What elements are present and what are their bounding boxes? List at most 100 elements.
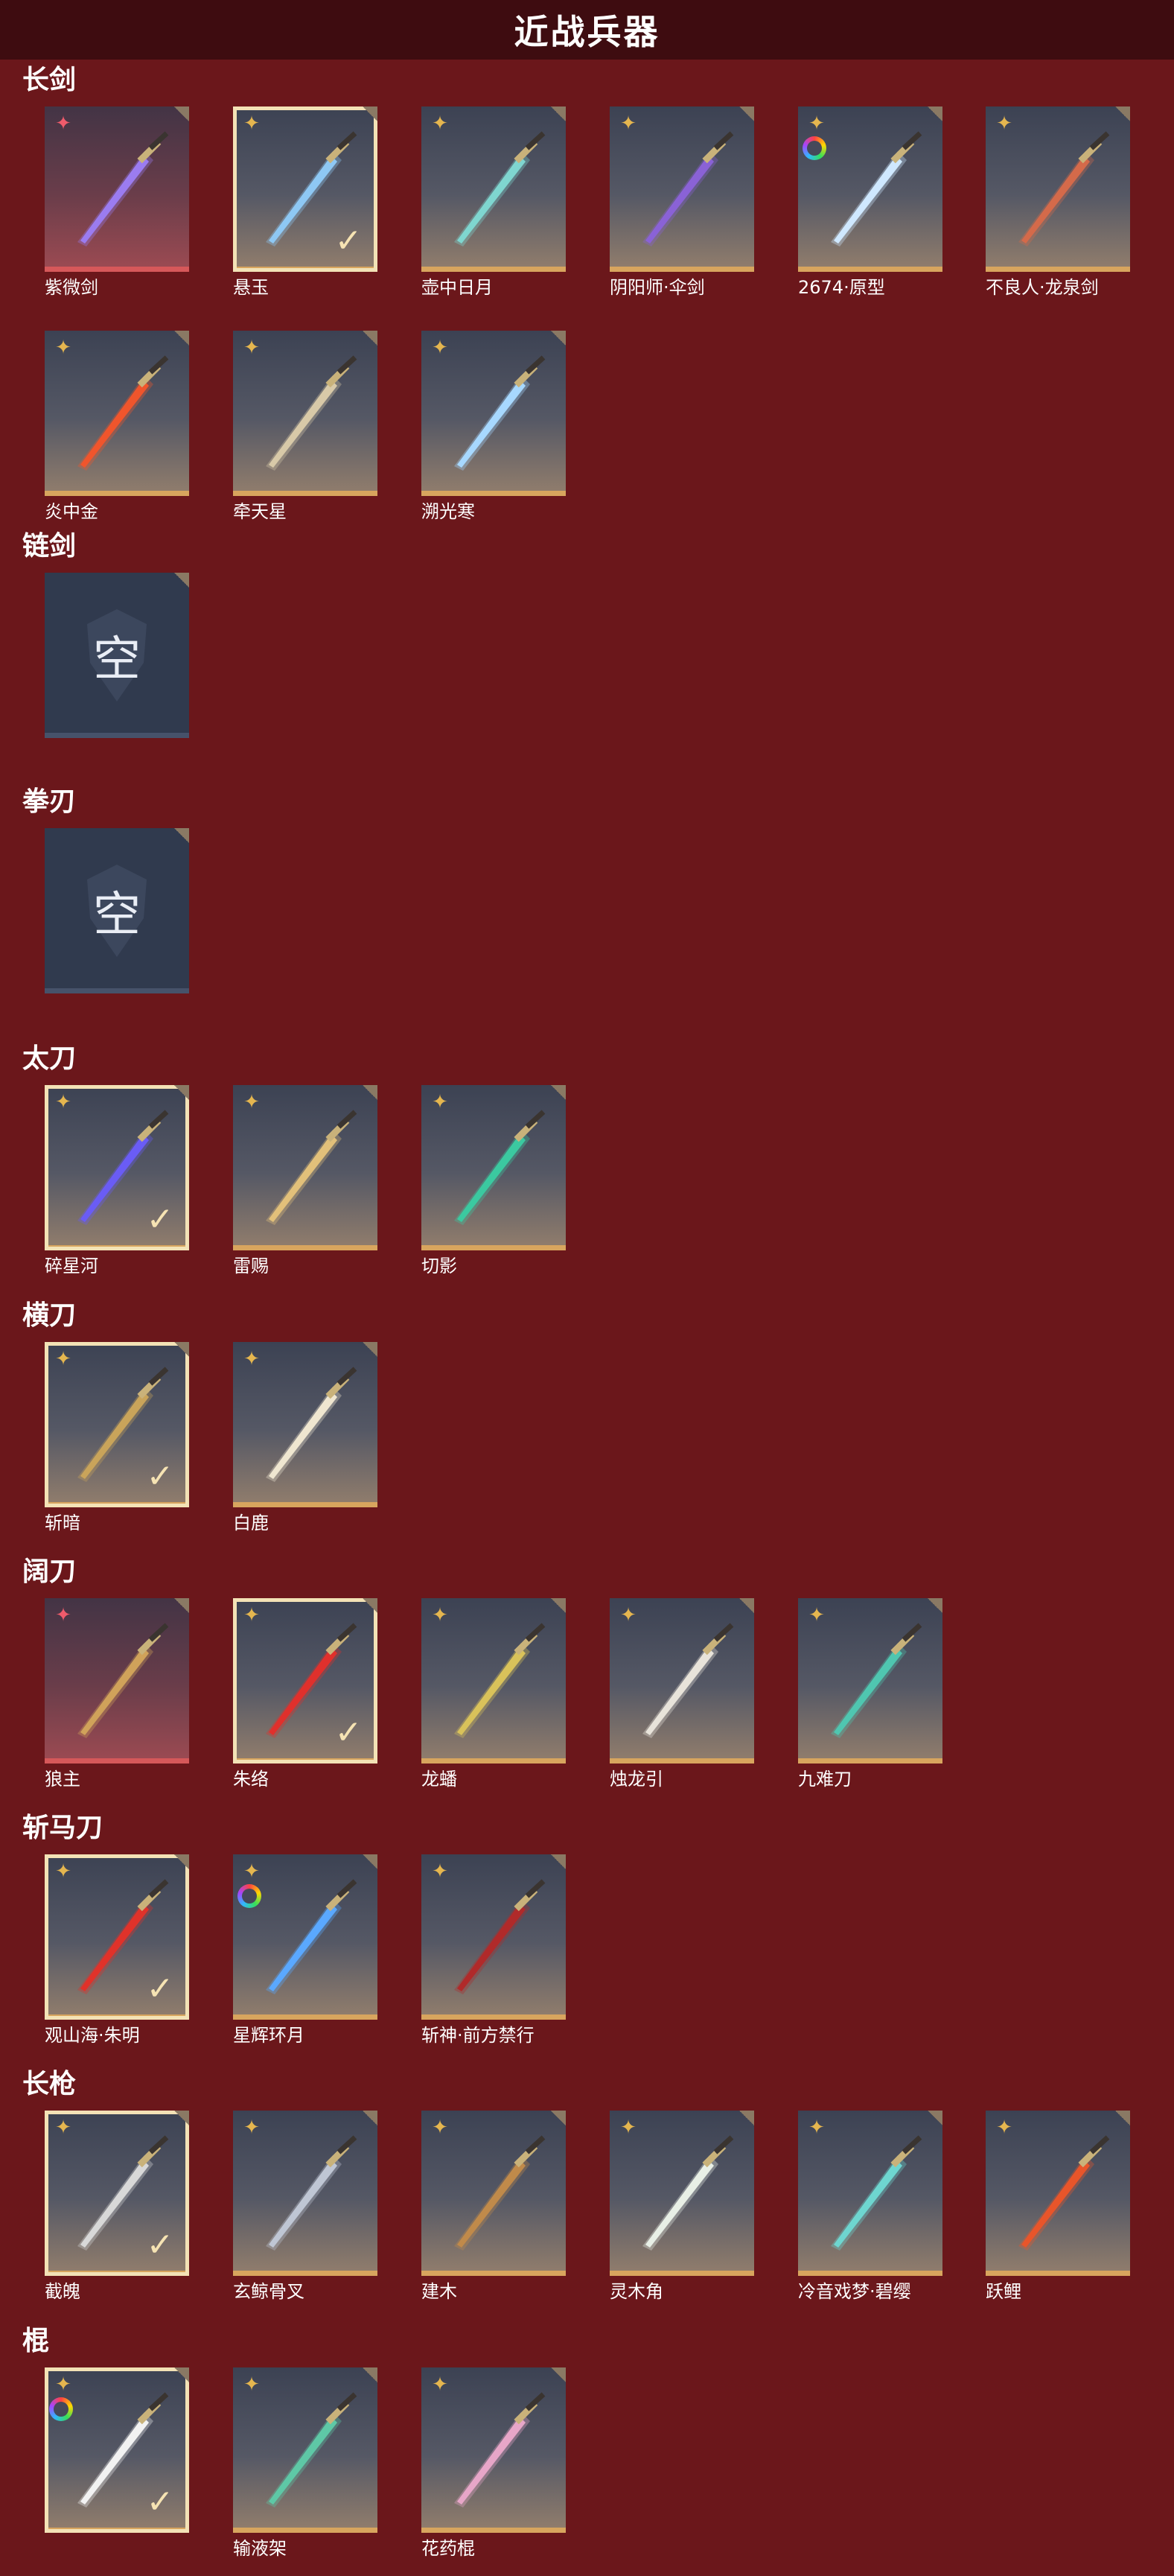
- gold-star-icon: ✦: [996, 112, 1012, 135]
- weapon-thumbnail[interactable]: ✦: [233, 1342, 377, 1507]
- weapon-name: 壶中日月: [421, 277, 493, 298]
- weapon-name: 悬玉: [233, 277, 269, 298]
- weapon-thumbnail[interactable]: ✦: [233, 1854, 377, 2020]
- weapon-card[interactable]: ✦ 不良人·龙泉剑: [986, 106, 1130, 298]
- weapon-card[interactable]: ✦ 雷赐: [233, 1085, 377, 1276]
- weapon-name: 雷赐: [233, 1256, 269, 1276]
- weapon-image: [266, 2135, 357, 2251]
- weapon-card[interactable]: ✦ ✓ 截魄: [45, 2111, 189, 2302]
- corner-fold-icon: [174, 1598, 189, 1613]
- weapon-card[interactable]: ✦ 玄鲸骨叉: [233, 2111, 377, 2302]
- weapon-image: [77, 131, 169, 247]
- weapon-thumbnail[interactable]: ✦: [798, 106, 942, 272]
- gold-star-icon: ✦: [55, 337, 71, 359]
- weapon-thumbnail[interactable]: ✦: [233, 1085, 377, 1250]
- weapon-card[interactable]: ✦ 建木: [421, 2111, 566, 2302]
- weapon-card[interactable]: ✦ 输液架: [233, 2367, 377, 2559]
- gold-star-icon: ✦: [808, 1604, 825, 1626]
- corner-fold-icon: [363, 331, 377, 346]
- weapon-thumbnail[interactable]: ✦: [421, 2367, 566, 2533]
- weapon-card[interactable]: ✦ 龙蟠: [421, 1598, 566, 1790]
- weapon-thumbnail[interactable]: ✦: [421, 1854, 566, 2020]
- weapon-thumbnail[interactable]: ✦: [610, 106, 754, 272]
- gold-star-icon: ✦: [243, 1860, 260, 1883]
- weapon-thumbnail[interactable]: ✦: [421, 331, 566, 496]
- weapon-thumbnail[interactable]: ✦ ✓: [45, 1342, 189, 1507]
- weapon-thumbnail[interactable]: ✦ ✓: [45, 1854, 189, 2020]
- weapon-card[interactable]: ✦ ✓ 斩暗: [45, 1342, 189, 1533]
- gold-star-icon: ✦: [55, 1091, 71, 1113]
- weapon-thumbnail[interactable]: ✦: [610, 2111, 754, 2276]
- weapon-card[interactable]: ✦ ✓ 悬玉: [233, 106, 377, 298]
- weapon-card[interactable]: ✦ 壶中日月: [421, 106, 566, 298]
- weapon-card[interactable]: ✦ 星辉环月: [233, 1854, 377, 2046]
- weapon-thumbnail[interactable]: ✦: [610, 1598, 754, 1764]
- weapon-thumbnail[interactable]: ✦: [45, 1598, 189, 1764]
- weapon-card[interactable]: ✦ 冷音戏梦·碧缨: [798, 2111, 942, 2302]
- weapon-name: 跃鲤: [986, 2281, 1021, 2302]
- weapon-thumbnail[interactable]: ✦ ✓: [45, 1085, 189, 1250]
- weapon-card[interactable]: ✦ 斩神·前方禁行: [421, 1854, 566, 2046]
- weapon-thumbnail[interactable]: ✦: [421, 1085, 566, 1250]
- weapon-card[interactable]: ✦ 溯光寒: [421, 331, 566, 522]
- corner-fold-icon: [363, 2367, 377, 2382]
- weapon-card[interactable]: ✦ ✓ 观山海·朱明: [45, 1854, 189, 2046]
- weapon-thumbnail[interactable]: ✦: [45, 331, 189, 496]
- weapon-thumbnail[interactable]: ✦: [233, 331, 377, 496]
- weapon-card[interactable]: ✦ 九难刀: [798, 1598, 942, 1790]
- weapon-thumbnail[interactable]: ✦: [45, 106, 189, 272]
- weapon-card[interactable]: ✦ 白鹿: [233, 1342, 377, 1533]
- weapon-thumbnail[interactable]: ✦: [233, 2367, 377, 2533]
- weapon-card[interactable]: ✦ 紫微剑: [45, 106, 189, 298]
- weapon-image: [454, 2392, 546, 2507]
- corner-fold-icon: [1115, 2111, 1130, 2125]
- weapon-card[interactable]: ✦ 阴阳师·伞剑: [610, 106, 754, 298]
- weapon-thumbnail[interactable]: 空: [45, 573, 189, 738]
- page-title: 近战兵器: [514, 12, 660, 52]
- weapon-name: 不良人·龙泉剑: [986, 277, 1099, 298]
- empty-slot[interactable]: 空: [45, 828, 189, 993]
- weapon-card[interactable]: ✦ 炎中金: [45, 331, 189, 522]
- gold-star-icon: ✦: [55, 2373, 71, 2396]
- weapon-thumbnail[interactable]: ✦: [986, 106, 1130, 272]
- weapon-thumbnail[interactable]: ✦ ✓: [233, 1598, 377, 1764]
- weapon-name: 白鹿: [233, 1513, 269, 1533]
- weapon-card[interactable]: ✦ 灵木角: [610, 2111, 754, 2302]
- weapon-card[interactable]: ✦ 烛龙引: [610, 1598, 754, 1790]
- weapon-name: 阴阳师·伞剑: [610, 277, 705, 298]
- section-title: 斩马刀: [22, 1813, 103, 1843]
- weapon-image: [454, 1879, 546, 1994]
- weapon-thumbnail[interactable]: ✦: [233, 2111, 377, 2276]
- weapon-card[interactable]: ✦ ✓: [45, 2367, 189, 2533]
- empty-slot[interactable]: 空: [45, 573, 189, 738]
- corner-fold-icon: [174, 1342, 189, 1357]
- weapon-card[interactable]: ✦ ✓ 碎星河: [45, 1085, 189, 1276]
- weapon-thumbnail[interactable]: ✦ ✓: [45, 2367, 189, 2533]
- corner-fold-icon: [928, 2111, 942, 2125]
- weapon-thumbnail[interactable]: 空: [45, 828, 189, 993]
- weapon-thumbnail[interactable]: ✦: [421, 106, 566, 272]
- weapon-card[interactable]: ✦ 切影: [421, 1085, 566, 1276]
- checkmark-icon: ✓: [146, 2226, 174, 2264]
- weapon-image: [1018, 2135, 1110, 2251]
- weapon-thumbnail[interactable]: ✦: [421, 2111, 566, 2276]
- weapon-thumbnail[interactable]: ✦: [798, 2111, 942, 2276]
- weapon-name: 紫微剑: [45, 277, 98, 298]
- weapon-name: 斩神·前方禁行: [421, 2025, 535, 2046]
- weapon-card[interactable]: ✦ ✓ 朱络: [233, 1598, 377, 1790]
- weapon-card[interactable]: ✦ 狼主: [45, 1598, 189, 1790]
- gold-star-icon: ✦: [432, 1604, 448, 1626]
- weapon-card[interactable]: ✦ 跃鲤: [986, 2111, 1130, 2302]
- weapon-name: 烛龙引: [610, 1769, 663, 1790]
- corner-fold-icon: [551, 1085, 566, 1100]
- weapon-thumbnail[interactable]: ✦: [798, 1598, 942, 1764]
- weapon-thumbnail[interactable]: ✦: [986, 2111, 1130, 2276]
- weapon-thumbnail[interactable]: ✦ ✓: [45, 2111, 189, 2276]
- weapon-card[interactable]: ✦ 花药棍: [421, 2367, 566, 2559]
- weapon-thumbnail[interactable]: ✦ ✓: [233, 106, 377, 272]
- weapon-thumbnail[interactable]: ✦: [421, 1598, 566, 1764]
- gold-star-icon: ✦: [55, 2117, 71, 2139]
- weapon-name: 牵天星: [233, 501, 287, 522]
- weapon-card[interactable]: ✦ 2674·原型: [798, 106, 942, 298]
- weapon-card[interactable]: ✦ 牵天星: [233, 331, 377, 522]
